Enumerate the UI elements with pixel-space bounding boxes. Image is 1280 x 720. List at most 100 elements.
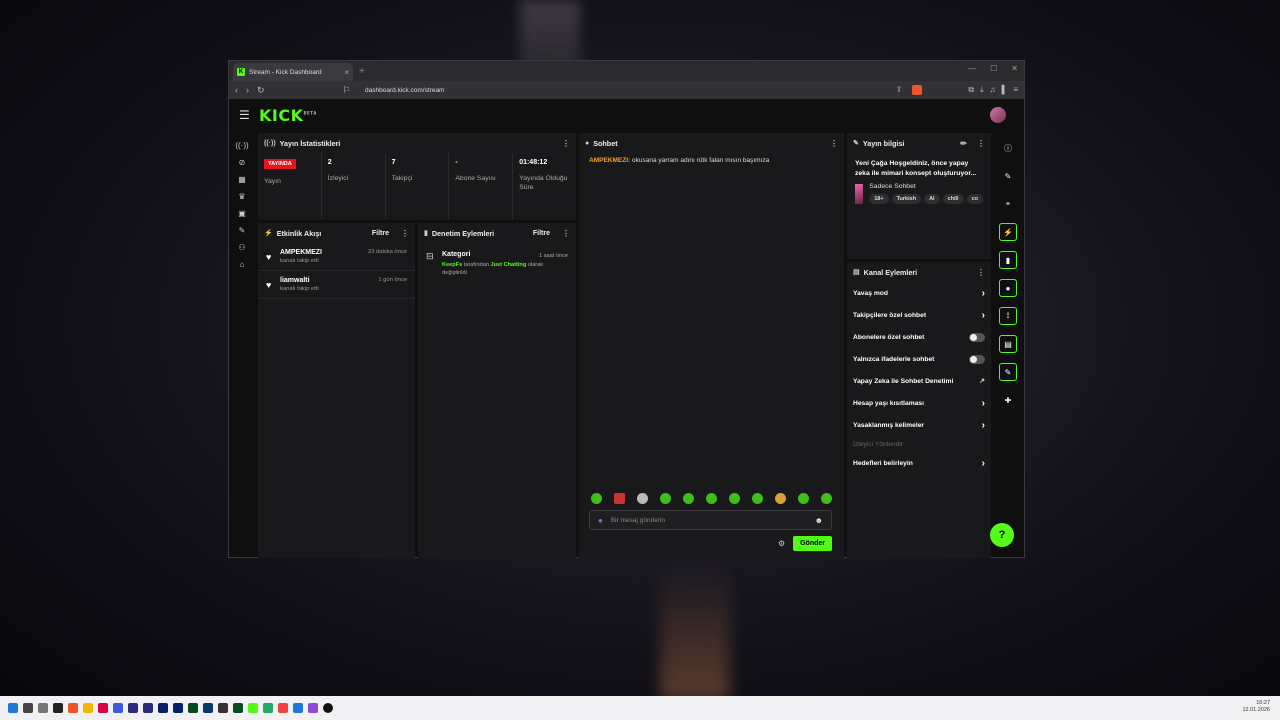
send-button[interactable]: Gönder bbox=[793, 536, 832, 551]
app-icon[interactable] bbox=[278, 703, 288, 713]
more-options-icon[interactable]: ⋮ bbox=[830, 139, 838, 148]
maximize-button[interactable]: ☐ bbox=[990, 64, 997, 73]
action-banned-words[interactable]: Yasaklanmış kelimeler › bbox=[847, 414, 991, 436]
emote-icon[interactable] bbox=[729, 493, 740, 504]
kick-icon[interactable] bbox=[248, 703, 258, 713]
filter-button[interactable]: Filtre bbox=[372, 230, 389, 237]
app-icon[interactable] bbox=[188, 703, 198, 713]
panel-header: ● Sohbet ⋮ bbox=[579, 133, 844, 153]
more-options-icon[interactable]: ⋮ bbox=[562, 139, 570, 148]
app-icon[interactable] bbox=[203, 703, 213, 713]
chat-icon[interactable]: ● bbox=[999, 279, 1017, 297]
gift-icon[interactable]: ⌂ bbox=[240, 260, 245, 269]
mic-icon[interactable]: ● bbox=[598, 516, 603, 525]
share-icon[interactable]: ⇪ bbox=[896, 85, 903, 95]
close-window-button[interactable]: ✕ bbox=[1011, 64, 1018, 73]
bookmark-icon[interactable]: ⚐ bbox=[343, 85, 351, 96]
pencil-icon[interactable]: ✎ bbox=[999, 167, 1017, 185]
forward-icon[interactable]: › bbox=[246, 85, 249, 96]
menu-icon[interactable]: ≡ bbox=[1013, 85, 1018, 95]
hamburger-menu-icon[interactable]: ☰ bbox=[239, 108, 259, 122]
toggle-switch[interactable] bbox=[969, 332, 985, 342]
app-icon[interactable] bbox=[158, 703, 168, 713]
bolt-icon[interactable]: ⚡ bbox=[999, 223, 1017, 241]
back-icon[interactable]: ‹ bbox=[235, 85, 238, 96]
action-account-age[interactable]: Hesap yaşı kısıtlaması › bbox=[847, 392, 991, 414]
emote-icon[interactable] bbox=[683, 493, 694, 504]
more-options-icon[interactable]: ⋮ bbox=[562, 229, 570, 238]
start-icon[interactable] bbox=[8, 703, 18, 713]
trophy-icon[interactable]: ♛ bbox=[238, 192, 245, 201]
taskview-icon[interactable] bbox=[38, 703, 48, 713]
action-followers-only[interactable]: Takipçilere özel sohbet › bbox=[847, 304, 991, 326]
action-ai-moderation[interactable]: Yapay Zeka ile Sohbet Denetimi ↗ bbox=[847, 370, 991, 392]
stream-icon[interactable]: ⟟ bbox=[999, 307, 1017, 325]
app-icon[interactable] bbox=[98, 703, 108, 713]
focus-icon[interactable]: ⌖ bbox=[999, 195, 1017, 213]
app-icon[interactable] bbox=[323, 703, 333, 713]
users-icon[interactable]: ⚇ bbox=[238, 243, 245, 252]
browser-tab[interactable]: K Stream - Kick Dashboard × bbox=[233, 63, 353, 81]
search-icon[interactable] bbox=[23, 703, 33, 713]
download-icon[interactable]: ⤓ bbox=[980, 85, 984, 95]
stream-icon[interactable]: ((·)) bbox=[235, 141, 248, 150]
emote-icon[interactable] bbox=[821, 493, 832, 504]
wrench-icon[interactable]: ✎ bbox=[239, 226, 246, 235]
brave-shield-icon[interactable] bbox=[912, 85, 923, 95]
emoji-icon[interactable]: ☻ bbox=[815, 516, 823, 525]
close-tab-icon[interactable]: × bbox=[344, 68, 349, 77]
filter-button[interactable]: Filtre bbox=[533, 230, 550, 237]
more-options-icon[interactable]: ⋮ bbox=[977, 268, 985, 277]
new-tab-button[interactable]: + bbox=[359, 66, 365, 77]
action-slow-mode[interactable]: Yavaş mod › bbox=[847, 282, 991, 304]
toggle-switch[interactable] bbox=[969, 354, 985, 364]
emote-icon[interactable] bbox=[660, 493, 671, 504]
event-user[interactable]: AMPEKMEZI bbox=[280, 249, 368, 256]
app-icon[interactable] bbox=[233, 703, 243, 713]
more-options-icon[interactable]: ⋮ bbox=[977, 139, 985, 148]
brave-icon[interactable] bbox=[68, 703, 78, 713]
app-icon[interactable] bbox=[173, 703, 183, 713]
emote-icon[interactable] bbox=[775, 493, 786, 504]
music-icon[interactable]: ♫ bbox=[990, 85, 996, 95]
emote-icon[interactable] bbox=[752, 493, 763, 504]
event-user[interactable]: liamwalti bbox=[280, 277, 378, 284]
link-icon[interactable]: ⊘ bbox=[239, 158, 246, 167]
kick-logo[interactable]: KICKBETA bbox=[259, 106, 317, 125]
extensions-icon[interactable]: ⧉ bbox=[968, 85, 974, 95]
emote-icon[interactable] bbox=[706, 493, 717, 504]
emote-icon[interactable] bbox=[591, 493, 602, 504]
analytics-icon[interactable]: ▦ bbox=[238, 175, 246, 184]
info-icon[interactable]: ⓘ bbox=[999, 139, 1017, 157]
app-icon[interactable] bbox=[53, 703, 63, 713]
emote-icon[interactable] bbox=[637, 493, 648, 504]
explorer-icon[interactable] bbox=[83, 703, 93, 713]
channel-icon[interactable]: ▤ bbox=[999, 335, 1017, 353]
app-icon[interactable] bbox=[263, 703, 273, 713]
app-icon[interactable] bbox=[128, 703, 138, 713]
vscode-icon[interactable] bbox=[293, 703, 303, 713]
url-field[interactable]: dashboard.kick.com/stream bbox=[365, 87, 896, 94]
chat-input[interactable]: ● Bir mesaj gönderin ☻ bbox=[589, 510, 832, 530]
sidebar-icon[interactable]: ▌ bbox=[1002, 85, 1008, 95]
help-chat-icon[interactable]: ? bbox=[990, 523, 1014, 547]
reload-icon[interactable]: ↻ bbox=[257, 85, 265, 96]
add-widget-icon[interactable]: ✚ bbox=[999, 391, 1017, 409]
app-icon[interactable] bbox=[308, 703, 318, 713]
edit-icon[interactable]: ✏ bbox=[960, 139, 967, 148]
user-avatar[interactable] bbox=[990, 107, 1006, 123]
app-icon[interactable] bbox=[113, 703, 123, 713]
wrench-icon[interactable]: ✎ bbox=[999, 363, 1017, 381]
app-icon[interactable] bbox=[218, 703, 228, 713]
video-icon[interactable]: ▣ bbox=[238, 209, 246, 218]
emote-icon[interactable] bbox=[798, 493, 809, 504]
app-icon[interactable] bbox=[143, 703, 153, 713]
gear-icon[interactable]: ⚙ bbox=[778, 539, 785, 548]
chat-username[interactable]: AMPEKMEZI: bbox=[589, 157, 630, 164]
shield-icon[interactable]: ▮ bbox=[999, 251, 1017, 269]
emote-icon[interactable] bbox=[614, 493, 625, 504]
minimize-button[interactable]: — bbox=[968, 64, 976, 73]
action-set-goals[interactable]: Hedefleri belirleyin › bbox=[847, 452, 991, 474]
more-options-icon[interactable]: ⋮ bbox=[401, 229, 409, 238]
tab-bar: K Stream - Kick Dashboard × + — ☐ ✕ bbox=[229, 61, 1024, 81]
